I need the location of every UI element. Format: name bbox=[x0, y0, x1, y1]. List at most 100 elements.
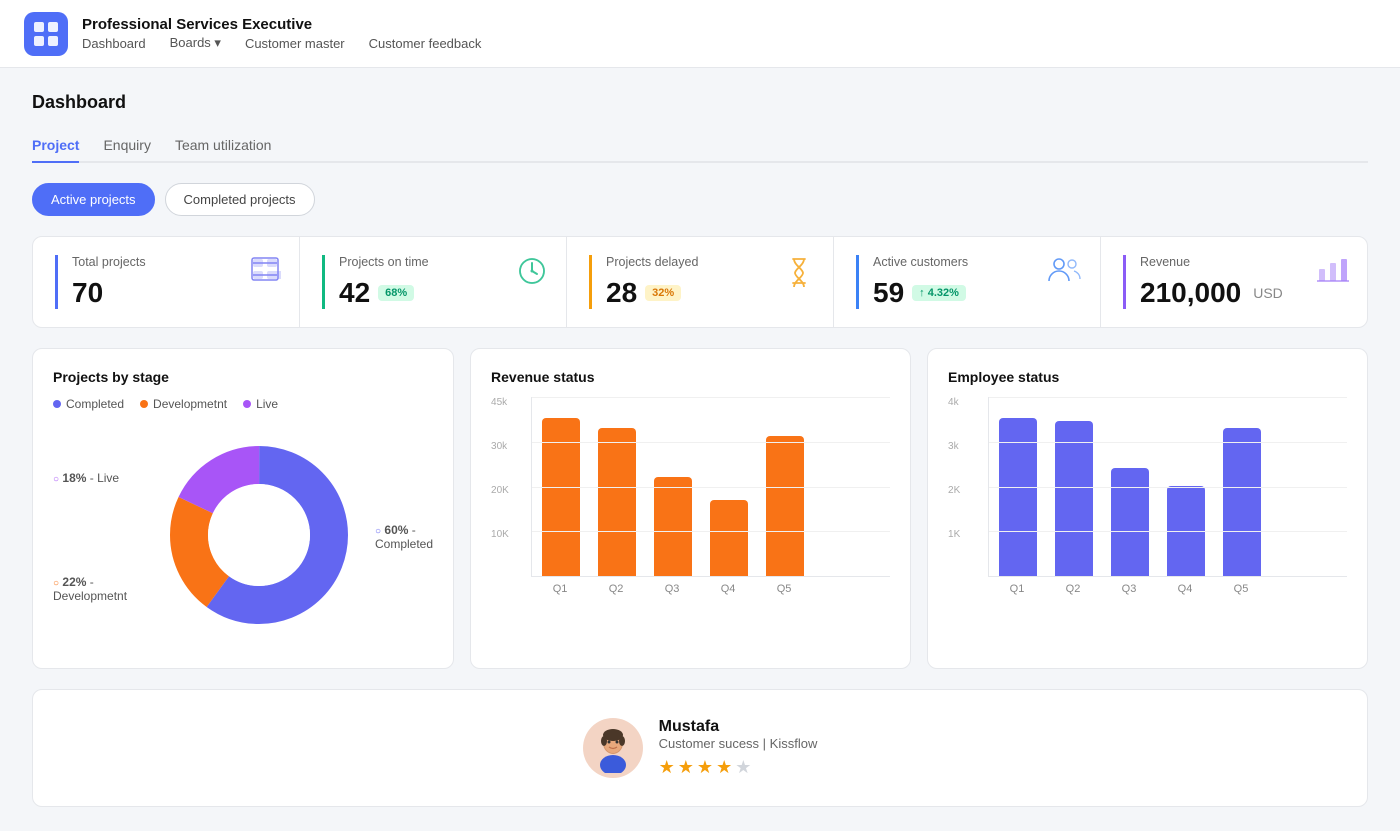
legend-label-live: Live bbox=[256, 397, 278, 411]
employee-bar-q2 bbox=[1055, 421, 1093, 576]
employee-status-card: Employee status 4k 3k 2K 1K bbox=[927, 348, 1368, 669]
stat-total-projects: Total projects 70 bbox=[33, 237, 300, 327]
legend-dot-live bbox=[243, 400, 251, 408]
completed-pct: 60% bbox=[384, 523, 408, 537]
avatar-illustration bbox=[588, 723, 638, 773]
employee-bar-q4 bbox=[1167, 486, 1205, 576]
customer-avatar bbox=[583, 718, 643, 778]
charts-row: Projects by stage Completed Developmetnt… bbox=[32, 348, 1368, 669]
revenue-x-labels: Q1 Q2 Q3 Q4 Q5 bbox=[531, 577, 890, 595]
tab-enquiry[interactable]: Enquiry bbox=[103, 129, 150, 163]
stat-revenue: Revenue 210,000 USD bbox=[1101, 237, 1367, 327]
employee-bar-q5 bbox=[1223, 428, 1261, 576]
donut-chart bbox=[159, 435, 359, 638]
customers-badge: ↑ 4.32% bbox=[912, 285, 966, 301]
bar-q4 bbox=[710, 500, 748, 576]
main-content: Dashboard Project Enquiry Team utilizati… bbox=[0, 68, 1400, 831]
emp-bar-q4 bbox=[1167, 486, 1205, 576]
revenue-currency: USD bbox=[1253, 285, 1283, 301]
nav-dashboard[interactable]: Dashboard bbox=[82, 35, 146, 51]
legend-label-completed: Completed bbox=[66, 397, 124, 411]
revenue-bars-container bbox=[531, 397, 890, 577]
legend-completed: Completed bbox=[53, 397, 124, 411]
x-label-q4: Q4 bbox=[709, 583, 747, 595]
revenue-label: Revenue bbox=[1140, 255, 1345, 269]
revenue-bar-chart: 45k 30k 20K 10K bbox=[491, 397, 890, 619]
emp-bar-q2 bbox=[1055, 421, 1093, 576]
total-projects-value: 70 bbox=[72, 277, 277, 309]
dev-pct: 22% bbox=[62, 575, 86, 589]
delayed-label: Projects delayed bbox=[606, 255, 811, 269]
dev-label: ○ 22% - Developmetnt bbox=[53, 575, 143, 603]
customer-role: Customer sucess | Kissflow bbox=[659, 736, 818, 751]
emp-bar-q1 bbox=[999, 418, 1037, 576]
revenue-bar-q5 bbox=[766, 436, 804, 576]
header-info: Professional Services Executive Dashboar… bbox=[82, 16, 481, 51]
emp-x-label-q3: Q3 bbox=[1110, 583, 1148, 595]
on-time-badge: 68% bbox=[378, 285, 414, 301]
projects-by-stage-title: Projects by stage bbox=[53, 369, 433, 385]
live-label: ○ 18% - Live bbox=[53, 471, 143, 485]
bar-q5 bbox=[766, 436, 804, 576]
emp-x-label-q5: Q5 bbox=[1222, 583, 1260, 595]
emp-bar-q5 bbox=[1223, 428, 1261, 576]
nav-customer-master[interactable]: Customer master bbox=[245, 35, 345, 51]
legend-label-development: Developmetnt bbox=[153, 397, 227, 411]
on-time-label: Projects on time bbox=[339, 255, 544, 269]
page-title: Dashboard bbox=[32, 92, 1368, 113]
emp-bar-q3 bbox=[1111, 468, 1149, 576]
legend-live: Live bbox=[243, 397, 278, 411]
employee-status-title: Employee status bbox=[948, 369, 1347, 385]
emp-x-label-q4: Q4 bbox=[1166, 583, 1204, 595]
customer-card: Mustafa Customer sucess | Kissflow ★ ★ ★… bbox=[32, 689, 1368, 807]
stat-projects-on-time: Projects on time 42 68% bbox=[300, 237, 567, 327]
stat-projects-delayed: Projects delayed 28 32% bbox=[567, 237, 834, 327]
legend-development: Developmetnt bbox=[140, 397, 227, 411]
tab-project[interactable]: Project bbox=[32, 129, 79, 163]
x-label-q1: Q1 bbox=[541, 583, 579, 595]
toggle-completed-projects[interactable]: Completed projects bbox=[165, 183, 315, 216]
revenue-value: 210,000 USD bbox=[1140, 277, 1345, 309]
bar-q1 bbox=[542, 418, 580, 576]
employee-bar-chart: 4k 3k 2K 1K bbox=[948, 397, 1347, 619]
legend-dot-completed bbox=[53, 400, 61, 408]
nav-customer-feedback[interactable]: Customer feedback bbox=[369, 35, 482, 51]
completed-label: ○ 60% - Completed bbox=[375, 523, 433, 551]
revenue-bar-q3 bbox=[654, 477, 692, 576]
revenue-bar-q1 bbox=[542, 418, 580, 576]
app-logo bbox=[24, 12, 68, 56]
tab-team-utilization[interactable]: Team utilization bbox=[175, 129, 272, 163]
clock-icon bbox=[516, 255, 548, 290]
emp-x-label-q2: Q2 bbox=[1054, 583, 1092, 595]
nav-boards[interactable]: Boards ▾ bbox=[170, 35, 221, 51]
toggle-active-projects[interactable]: Active projects bbox=[32, 183, 155, 216]
emp-x-label-q1: Q1 bbox=[998, 583, 1036, 595]
x-label-q3: Q3 bbox=[653, 583, 691, 595]
revenue-status-card: Revenue status 45k 30k 20K 10K bbox=[470, 348, 911, 669]
customer-stars: ★ ★ ★ ★ ★ bbox=[659, 757, 818, 778]
on-time-value: 42 68% bbox=[339, 277, 544, 309]
legend-dot-development bbox=[140, 400, 148, 408]
main-nav: Dashboard Boards ▾ Customer master Custo… bbox=[82, 35, 481, 51]
users-icon bbox=[1046, 255, 1082, 286]
view-toggle: Active projects Completed projects bbox=[32, 183, 1368, 216]
x-label-q2: Q2 bbox=[597, 583, 635, 595]
bar-q2 bbox=[598, 428, 636, 576]
customer-row: Mustafa Customer sucess | Kissflow ★ ★ ★… bbox=[583, 718, 818, 778]
bar-q3 bbox=[654, 477, 692, 576]
app-title: Professional Services Executive bbox=[82, 16, 481, 33]
donut-right-labels: ○ 60% - Completed bbox=[375, 523, 433, 551]
customer-info: Mustafa Customer sucess | Kissflow ★ ★ ★… bbox=[659, 718, 818, 778]
employee-x-labels: Q1 Q2 Q3 Q4 Q5 bbox=[988, 577, 1347, 595]
employee-y-axis: 4k 3k 2K 1K bbox=[948, 397, 960, 577]
live-pct: 18% bbox=[62, 471, 86, 485]
revenue-y-axis: 45k 30k 20K 10K bbox=[491, 397, 509, 577]
hourglass-icon bbox=[783, 255, 815, 290]
projects-by-stage-card: Projects by stage Completed Developmetnt… bbox=[32, 348, 454, 669]
total-projects-label: Total projects bbox=[72, 255, 277, 269]
employee-bar-q1 bbox=[999, 418, 1037, 576]
stat-cards-row: Total projects 70 Projects on time 42 bbox=[32, 236, 1368, 328]
employee-bars-container bbox=[988, 397, 1347, 577]
revenue-status-title: Revenue status bbox=[491, 369, 890, 385]
x-label-q5: Q5 bbox=[765, 583, 803, 595]
